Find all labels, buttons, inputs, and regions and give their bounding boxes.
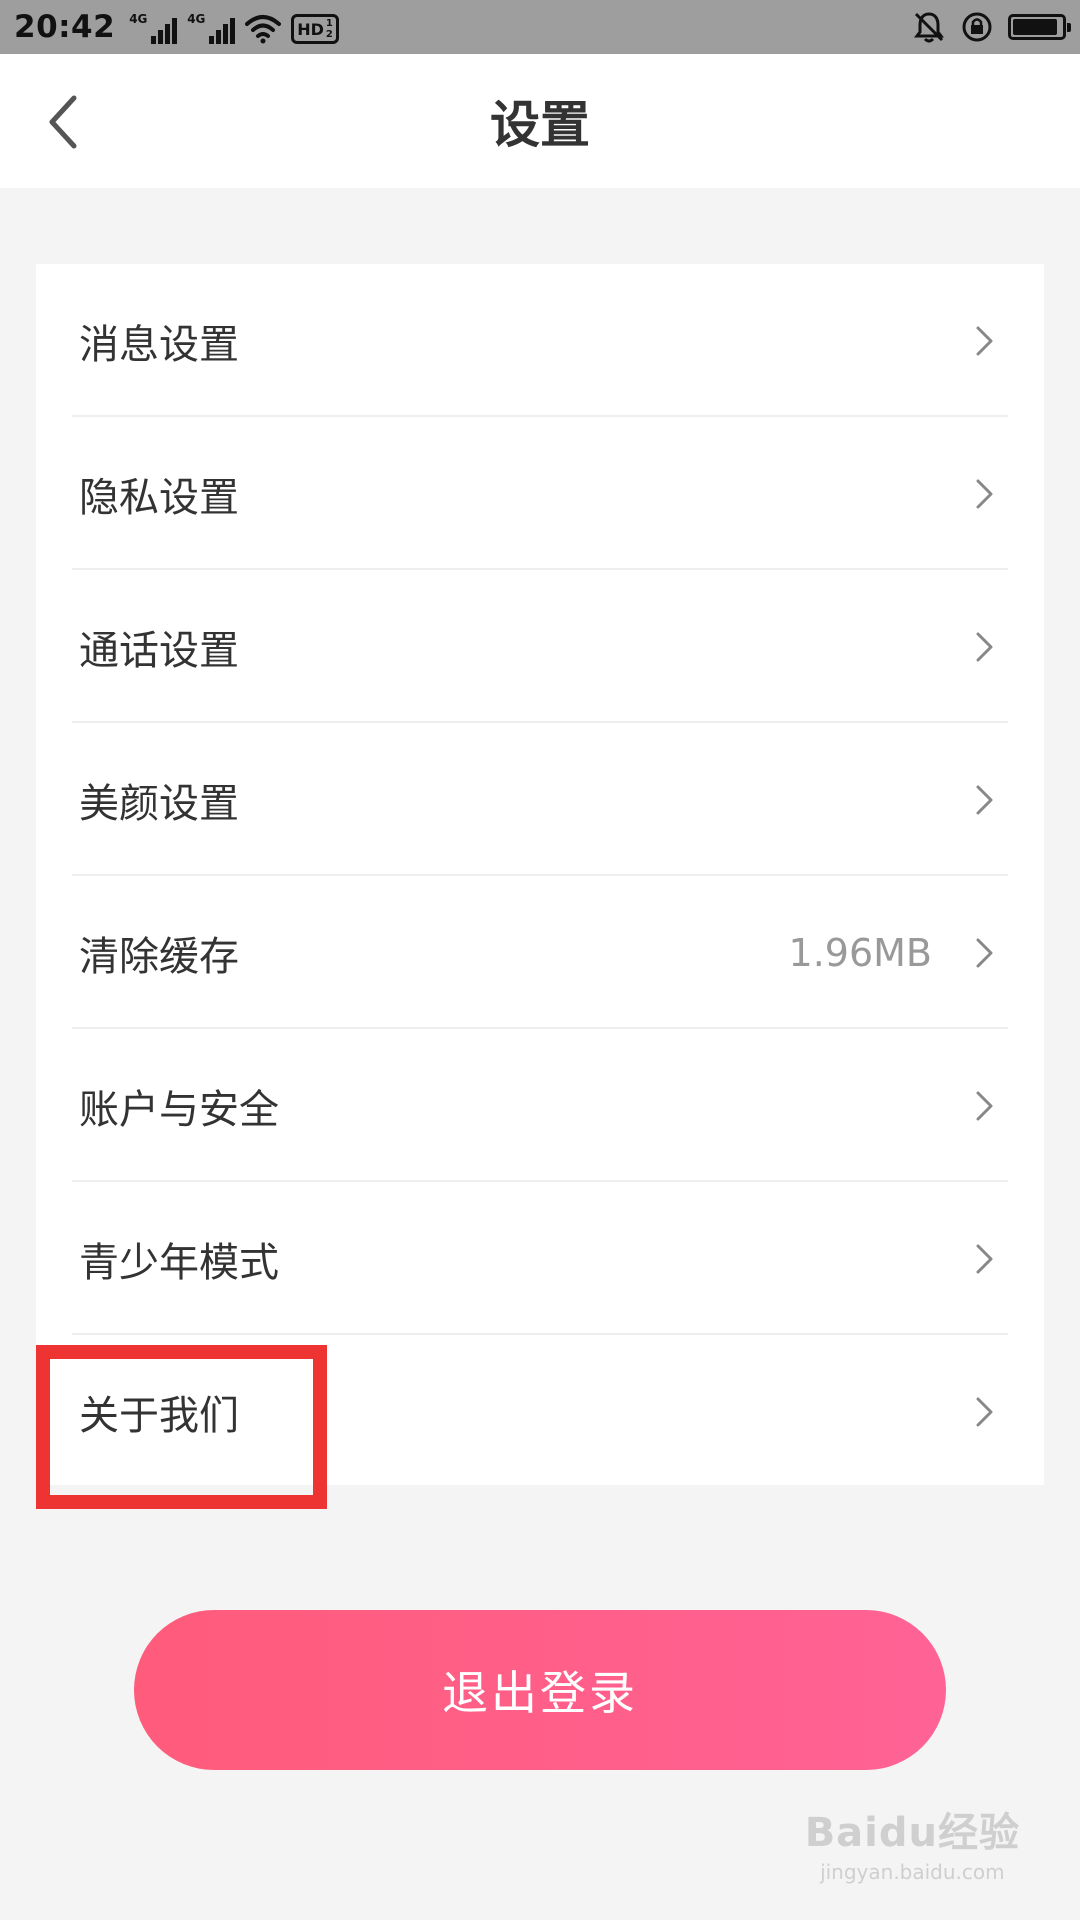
status-right-icons xyxy=(912,0,1071,54)
baidu-watermark: Baidu经验 jingyan.baidu.com xyxy=(805,1800,1020,1884)
status-left-icons: 4G 4G HD 1 2 xyxy=(129,10,339,44)
mute-icon xyxy=(914,12,944,43)
cache-size-value: 1.96MB xyxy=(788,930,932,975)
chevron-right-icon xyxy=(976,785,993,815)
chevron-right-icon xyxy=(976,632,993,662)
settings-item-label: 美颜设置 xyxy=(79,780,239,827)
settings-item-account-security[interactable]: 账户与安全 xyxy=(36,1029,1044,1182)
hd-label: HD xyxy=(297,19,324,39)
watermark-logo: Baidu经验 xyxy=(804,1810,1020,1856)
hd-icon: HD 1 2 xyxy=(291,14,339,44)
watermark-url: jingyan.baidu.com xyxy=(820,1860,1005,1884)
chevron-left-icon[interactable] xyxy=(36,90,96,154)
chevron-right-icon xyxy=(976,938,993,968)
rotation-lock-icon xyxy=(962,12,992,42)
chevron-right-icon xyxy=(976,1397,993,1427)
settings-item-beauty[interactable]: 美颜设置 xyxy=(36,723,1044,876)
network-type-2: 4G xyxy=(187,12,206,26)
network-type-1: 4G xyxy=(129,12,148,26)
hd-numbers: 1 2 xyxy=(326,18,333,40)
logout-button[interactable]: 退出登录 xyxy=(134,1610,946,1770)
settings-item-label: 通话设置 xyxy=(79,627,239,674)
settings-item-clear-cache[interactable]: 清除缓存 1.96MB xyxy=(36,876,1044,1029)
settings-item-label: 清除缓存 xyxy=(79,933,239,980)
signal-icon: 4G xyxy=(129,12,178,44)
status-time: 20:42 xyxy=(14,9,116,45)
battery-icon xyxy=(1008,14,1071,40)
status-bar: 20:42 4G 4G HD 1 2 xyxy=(0,0,1080,54)
hd-number-bottom: 2 xyxy=(325,29,333,40)
signal-icon: 4G xyxy=(187,12,236,44)
settings-list: 消息设置 隐私设置 通话设置 美颜设置 清除缓存 1.96MB 账户与安全 青少… xyxy=(36,264,1044,1485)
chevron-right-icon xyxy=(976,326,993,356)
settings-item-about-us[interactable]: 关于我们 xyxy=(36,1335,1044,1488)
hd-number-top: 1 xyxy=(325,18,333,29)
header-bar: 设置 xyxy=(0,54,1080,188)
settings-item-privacy[interactable]: 隐私设置 xyxy=(36,417,1044,570)
settings-item-label: 消息设置 xyxy=(79,321,239,368)
chevron-right-icon xyxy=(976,479,993,509)
chevron-right-icon xyxy=(976,1244,993,1274)
settings-item-label: 关于我们 xyxy=(79,1392,239,1439)
settings-item-label: 青少年模式 xyxy=(79,1239,279,1286)
settings-item-label: 隐私设置 xyxy=(79,474,239,521)
chevron-right-icon xyxy=(976,1091,993,1121)
settings-item-label: 账户与安全 xyxy=(79,1086,279,1133)
settings-item-call[interactable]: 通话设置 xyxy=(36,570,1044,723)
settings-item-message[interactable]: 消息设置 xyxy=(36,264,1044,417)
settings-item-teen-mode[interactable]: 青少年模式 xyxy=(36,1182,1044,1335)
settings-screen: 20:42 4G 4G HD 1 2 设置 消息设置 隐私设置 通话设置 美颜设… xyxy=(0,0,1080,1920)
page-title: 设置 xyxy=(490,96,590,154)
wifi-icon xyxy=(245,15,282,44)
